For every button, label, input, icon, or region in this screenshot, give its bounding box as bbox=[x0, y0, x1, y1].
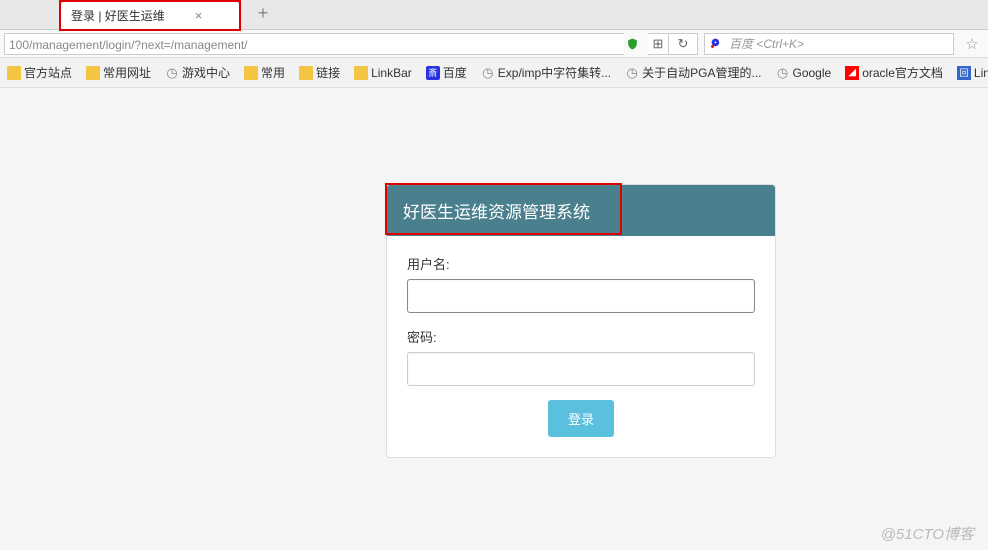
bookmark-item[interactable]: ◢oracle官方文档 bbox=[842, 62, 946, 83]
search-placeholder: 百度 <Ctrl+K> bbox=[729, 35, 804, 52]
bookmark-label: Linux bbox=[974, 66, 988, 80]
new-tab-button[interactable]: + bbox=[252, 4, 274, 26]
bookmark-label: LinkBar bbox=[371, 66, 412, 80]
bookmark-item[interactable]: ◷Exp/imp中字符集转... bbox=[478, 62, 614, 83]
close-icon[interactable]: × bbox=[195, 8, 203, 23]
bookmark-label: Google bbox=[793, 66, 832, 80]
username-input[interactable] bbox=[407, 279, 755, 313]
login-button[interactable]: 登录 bbox=[548, 400, 614, 437]
password-row: 密码: bbox=[407, 327, 755, 386]
bookmark-item[interactable]: 官方站点 bbox=[4, 62, 75, 83]
bookmark-item[interactable]: ◷Google bbox=[773, 64, 835, 82]
bookmark-item[interactable]: 回Linux bbox=[954, 64, 988, 82]
bookmark-label: 常用网址 bbox=[103, 64, 151, 81]
username-label: 用户名: bbox=[407, 254, 755, 273]
bookmark-label: 官方站点 bbox=[24, 64, 72, 81]
browser-address-bar: 100/management/login/?next=/management/ … bbox=[0, 30, 988, 58]
page-content: 好医生运维资源管理系统 用户名: 密码: 登录 @51CTO博客 bbox=[0, 88, 988, 550]
browser-search-box[interactable]: 百度 <Ctrl+K> bbox=[704, 33, 954, 55]
reload-button[interactable]: ↻ bbox=[668, 33, 698, 55]
bookmark-item[interactable]: ◷关于自动PGA管理的... bbox=[622, 62, 764, 83]
browser-tab-bar: × 登录 | 好医生运维 × + bbox=[0, 0, 988, 30]
bookmark-item[interactable]: 常用网址 bbox=[83, 62, 154, 83]
bookmark-item[interactable]: LinkBar bbox=[351, 64, 415, 82]
bookmark-label: Exp/imp中字符集转... bbox=[498, 64, 611, 81]
bookmark-label: 游戏中心 bbox=[182, 64, 230, 81]
tab-title: 登录 | 好医生运维 bbox=[71, 7, 165, 24]
username-row: 用户名: bbox=[407, 254, 755, 313]
password-label: 密码: bbox=[407, 327, 755, 346]
submit-row: 登录 bbox=[407, 400, 755, 437]
bookmark-item[interactable]: 斎百度 bbox=[423, 62, 470, 83]
login-panel: 好医生运维资源管理系统 用户名: 密码: 登录 bbox=[386, 184, 776, 458]
bookmark-item[interactable]: 链接 bbox=[296, 62, 343, 83]
url-input[interactable]: 100/management/login/?next=/management/ bbox=[4, 33, 624, 55]
login-panel-header: 好医生运维资源管理系统 bbox=[387, 185, 775, 236]
qrcode-icon[interactable]: ⊞ bbox=[648, 33, 668, 55]
bookmark-label: 常用 bbox=[261, 64, 285, 81]
baidu-search-icon bbox=[709, 36, 725, 52]
watermark-text: @51CTO博客 bbox=[881, 523, 974, 544]
bookmark-label: 关于自动PGA管理的... bbox=[642, 64, 761, 81]
panel-title: 好医生运维资源管理系统 bbox=[403, 203, 590, 222]
bookmark-label: oracle官方文档 bbox=[862, 64, 943, 81]
password-input[interactable] bbox=[407, 352, 755, 386]
bookmark-item[interactable]: 常用 bbox=[241, 62, 288, 83]
bookmark-label: 百度 bbox=[443, 64, 467, 81]
login-panel-body: 用户名: 密码: 登录 bbox=[387, 236, 775, 457]
browser-tab-active[interactable]: 登录 | 好医生运维 × bbox=[60, 1, 240, 29]
bookmark-item[interactable]: ◷游戏中心 bbox=[162, 62, 233, 83]
bookmark-label: 链接 bbox=[316, 64, 340, 81]
bookmarks-bar: 官方站点 常用网址 ◷游戏中心 常用 链接 LinkBar 斎百度 ◷Exp/imp中字符集转… bbox=[0, 58, 988, 88]
shield-icon[interactable] bbox=[624, 34, 640, 54]
bookmark-star-icon[interactable]: ☆ bbox=[960, 33, 984, 55]
